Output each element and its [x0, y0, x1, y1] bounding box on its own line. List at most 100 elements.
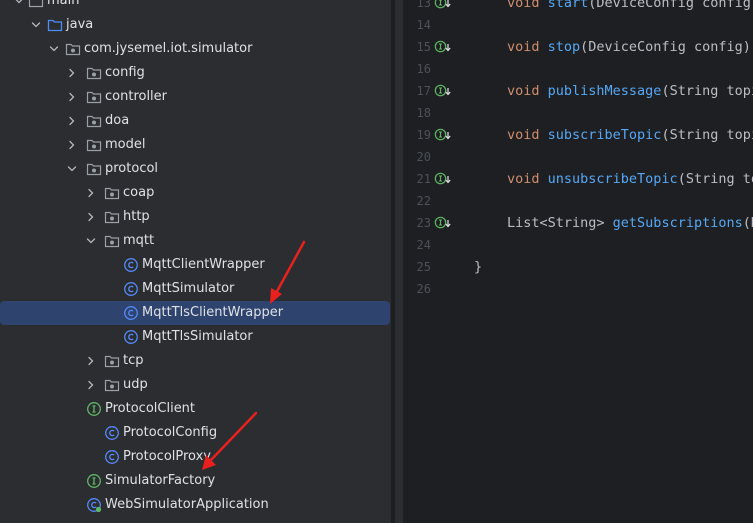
tree-item-mqttsimulator[interactable]: MqttSimulator — [0, 277, 391, 301]
tree-item-label: MqttTlsSimulator — [142, 329, 253, 344]
code-line[interactable]: void subscribeTopic(String topic — [507, 124, 753, 146]
code-editor[interactable]: 13 void start(DeviceConfig config); 14 15 vo… — [409, 0, 753, 523]
package-icon — [86, 137, 102, 153]
folder-icon — [28, 0, 44, 9]
code-line[interactable]: void publishMessage(String topic — [507, 80, 753, 102]
tree-item-protocol[interactable]: protocol — [0, 157, 391, 181]
package-icon — [86, 161, 102, 177]
line-number: 18 — [416, 106, 431, 120]
tree-item-mqttclientwrapper[interactable]: MqttClientWrapper — [0, 253, 391, 277]
implemented-by-icon[interactable] — [434, 215, 454, 231]
line-number: 21 — [416, 172, 431, 186]
code-text: (DeviceConfig config); — [580, 39, 753, 55]
tree-item-websimulatorapplication[interactable]: WebSimulatorApplication — [0, 493, 391, 517]
tree-item-label: mqtt — [123, 233, 155, 248]
implemented-by-icon[interactable] — [434, 171, 454, 187]
chevron-down-icon[interactable] — [29, 18, 43, 32]
code-line[interactable]: void unsubscribeTopic(String top — [507, 168, 753, 190]
tree-item-com-jysemel-iot-simulator[interactable]: com.jysemel.iot.simulator — [0, 37, 391, 61]
chevron-right-icon[interactable] — [65, 90, 79, 104]
code-keyword: void — [507, 39, 548, 55]
chevron-down-icon[interactable] — [12, 0, 26, 8]
class-icon — [123, 281, 139, 297]
chevron-right-icon[interactable] — [84, 186, 98, 200]
tree-item-label: ProtocolConfig — [123, 425, 218, 440]
tree-item-java[interactable]: java — [0, 13, 391, 37]
spring-class-icon — [86, 497, 102, 513]
code-keyword: void — [507, 0, 548, 11]
class-icon — [104, 425, 120, 441]
code-line[interactable]: List<String> getSubscriptions(De — [507, 212, 753, 234]
panel-splitter[interactable] — [391, 0, 409, 523]
chevron-right-icon[interactable] — [84, 378, 98, 392]
code-text: (String topic — [661, 127, 753, 143]
tree-item-coap[interactable]: coap — [0, 181, 391, 205]
source-folder-icon — [47, 17, 63, 33]
tree-item-protocolproxy[interactable]: ProtocolProxy — [0, 445, 391, 469]
tree-item-label: model — [105, 137, 146, 152]
chevron-right-icon[interactable] — [65, 138, 79, 152]
code-text: } — [474, 259, 483, 275]
line-number: 23 — [416, 216, 431, 230]
class-icon — [123, 329, 139, 345]
tree-item-label: http — [123, 209, 150, 224]
tree-item-simulatorfactory[interactable]: SimulatorFactory — [0, 469, 391, 493]
chevron-right-icon[interactable] — [65, 114, 79, 128]
chevron-right-icon[interactable] — [65, 66, 79, 80]
tree-item-label: java — [66, 17, 94, 32]
tree-item-mqtttlssimulator[interactable]: MqttTlsSimulator — [0, 325, 391, 349]
code-line[interactable]: void start(DeviceConfig config); — [507, 0, 753, 14]
tree-item-label: ProtocolClient — [105, 401, 196, 416]
implemented-by-icon[interactable] — [434, 83, 454, 99]
line-number: 19 — [416, 128, 431, 142]
code-line[interactable]: } — [474, 256, 482, 278]
chevron-right-icon[interactable] — [84, 210, 98, 224]
code-keyword: void — [507, 83, 548, 99]
tree-item-label: ProtocolProxy — [123, 449, 211, 464]
chevron-down-icon[interactable] — [47, 42, 61, 56]
tree-item-protocolconfig[interactable]: ProtocolConfig — [0, 421, 391, 445]
tree-item-label: udp — [123, 377, 148, 392]
tree-item-udp[interactable]: udp — [0, 373, 391, 397]
tree-item-main[interactable]: main — [0, 0, 391, 13]
package-icon — [104, 209, 120, 225]
tree-item-label: MqttTlsClientWrapper — [142, 305, 284, 320]
implemented-by-icon[interactable] — [434, 39, 454, 55]
chevron-down-icon[interactable] — [84, 234, 98, 248]
tree-item-mqtttlsclientwrapper[interactable]: MqttTlsClientWrapper — [0, 301, 390, 325]
tree-item-doa[interactable]: doa — [0, 109, 391, 133]
code-text: (DeviceConfig config); — [588, 0, 753, 11]
tree-item-label: tcp — [123, 353, 144, 368]
line-number: 16 — [416, 62, 431, 76]
tree-item-item[interactable] — [0, 517, 391, 523]
chevron-right-icon[interactable] — [84, 354, 98, 368]
chevron-down-icon[interactable] — [65, 162, 79, 176]
tree-item-mqtt[interactable]: mqtt — [0, 229, 391, 253]
tree-item-model[interactable]: model — [0, 133, 391, 157]
project-tree: main java com.jysemel.iot.simulator config c… — [0, 0, 391, 523]
code-method-name: unsubscribeTopic — [547, 171, 678, 187]
code-line[interactable]: void stop(DeviceConfig config); — [507, 36, 753, 58]
code-method-name: stop — [547, 39, 581, 55]
tree-item-label: com.jysemel.iot.simulator — [84, 41, 253, 56]
line-number: 22 — [416, 194, 431, 208]
tree-item-controller[interactable]: controller — [0, 85, 391, 109]
code-method-name: getSubscriptions — [612, 215, 743, 231]
tree-item-protocolclient[interactable]: ProtocolClient — [0, 397, 391, 421]
tree-item-label: SimulatorFactory — [105, 473, 216, 488]
interface-icon — [86, 473, 102, 489]
package-icon — [104, 377, 120, 393]
splitter-bar[interactable] — [395, 0, 403, 523]
package-icon — [86, 65, 102, 81]
tree-item-label: protocol — [105, 161, 159, 176]
code-method-name: start — [547, 0, 589, 11]
interface-icon — [86, 401, 102, 417]
line-number: 17 — [416, 84, 431, 98]
tree-item-tcp[interactable]: tcp — [0, 349, 391, 373]
implemented-by-icon[interactable] — [434, 0, 454, 11]
tree-item-http[interactable]: http — [0, 205, 391, 229]
tree-item-label: controller — [105, 89, 168, 104]
package-icon — [104, 353, 120, 369]
tree-item-config[interactable]: config — [0, 61, 391, 85]
implemented-by-icon[interactable] — [434, 127, 454, 143]
